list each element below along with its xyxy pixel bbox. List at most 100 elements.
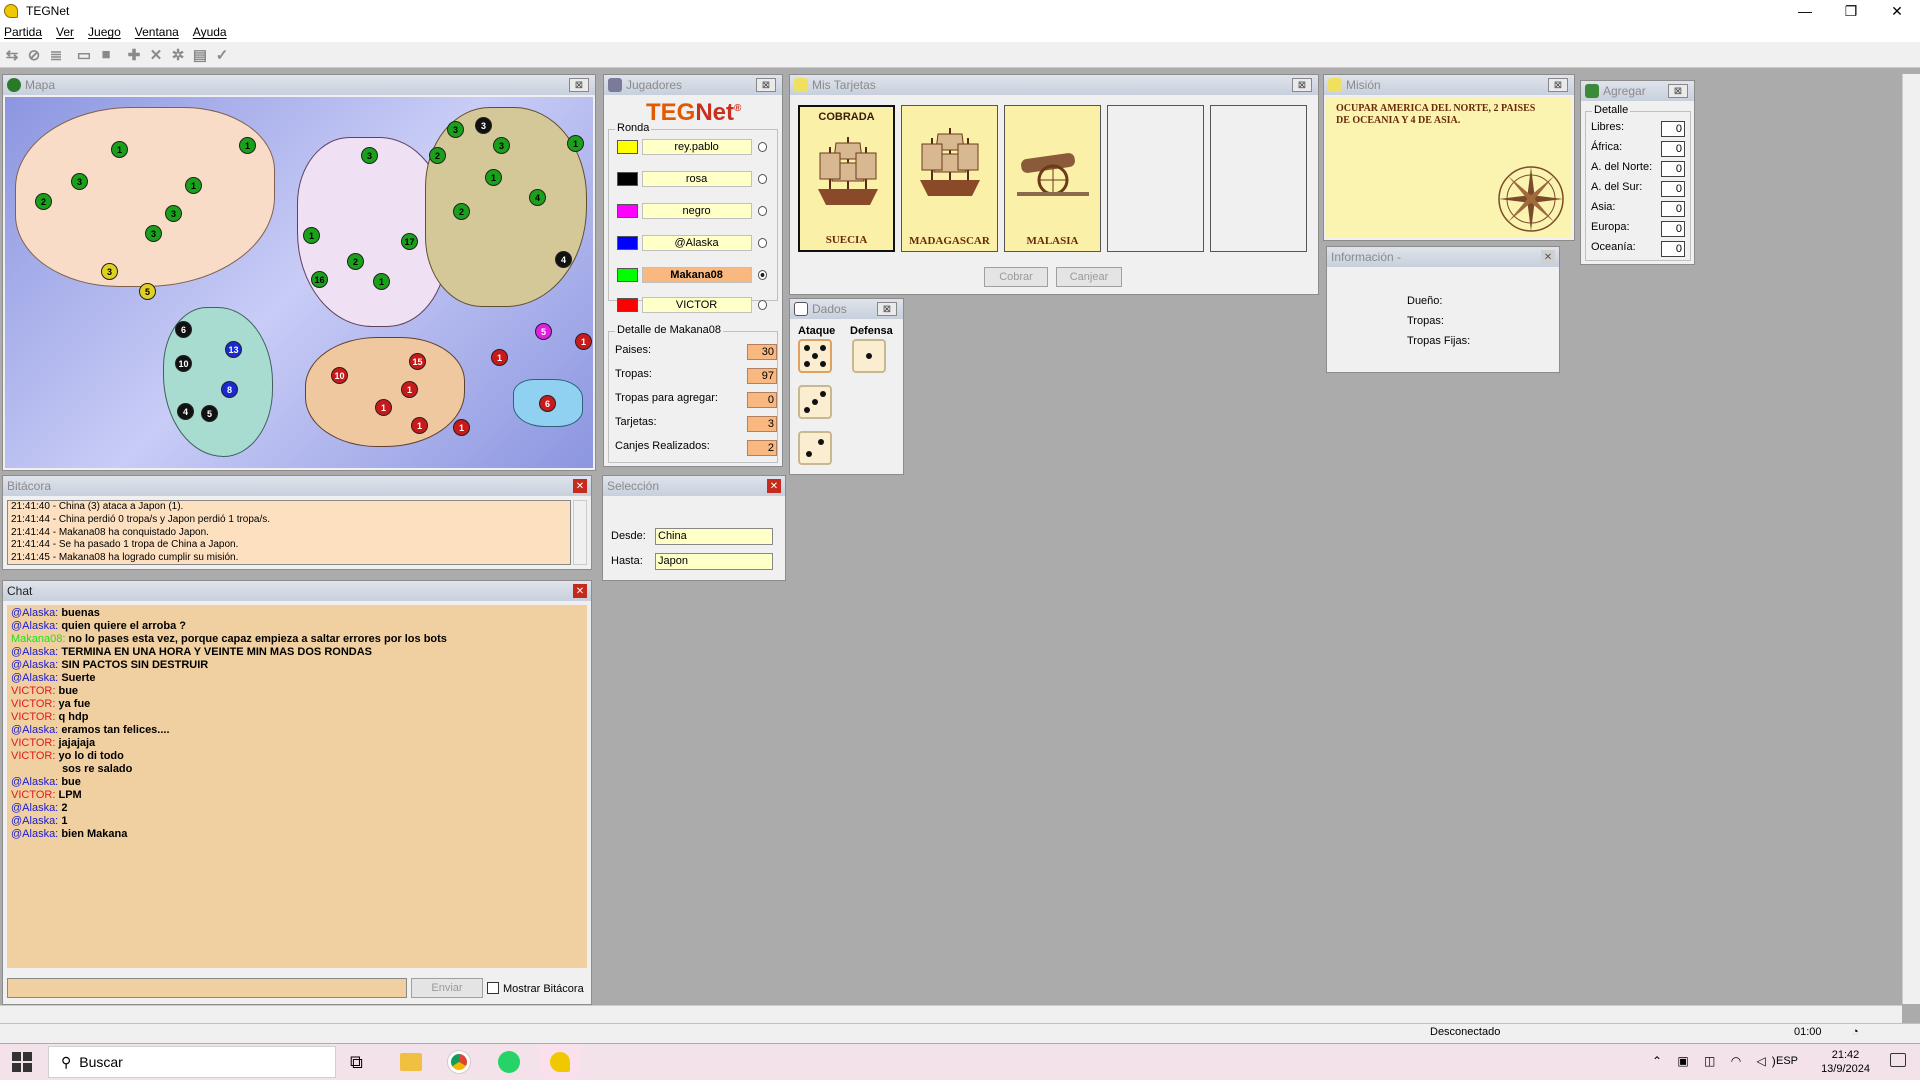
army-marker[interactable]: 4: [529, 189, 546, 206]
main-vertical-scrollbar[interactable]: [1902, 74, 1920, 1004]
army-marker[interactable]: 2: [453, 203, 470, 220]
army-marker[interactable]: 10: [175, 355, 192, 372]
army-marker[interactable]: 1: [401, 381, 418, 398]
from-field[interactable]: China: [655, 528, 773, 545]
army-marker[interactable]: 1: [453, 419, 470, 436]
mission-close-icon[interactable]: ⊠: [1548, 78, 1568, 92]
selection-close-icon[interactable]: ✕: [767, 479, 781, 493]
settings-icon[interactable]: ✲: [168, 45, 188, 65]
asia-territory[interactable]: [425, 107, 587, 307]
connect-icon[interactable]: ⇆: [2, 45, 22, 65]
army-marker[interactable]: 1: [373, 273, 390, 290]
show-log-checkbox[interactable]: [487, 982, 499, 994]
menu-ver[interactable]: Ver: [56, 25, 74, 39]
army-marker[interactable]: 2: [429, 147, 446, 164]
army-marker[interactable]: 1: [375, 399, 392, 416]
army-marker[interactable]: 5: [139, 283, 156, 300]
menu-juego[interactable]: Juego: [88, 25, 121, 39]
disconnect-icon[interactable]: ⊘: [24, 45, 44, 65]
army-marker[interactable]: 3: [165, 205, 182, 222]
army-marker[interactable]: 6: [175, 321, 192, 338]
army-marker[interactable]: 3: [493, 137, 510, 154]
army-marker[interactable]: 15: [409, 353, 426, 370]
collect-button[interactable]: Cobrar: [984, 267, 1048, 287]
army-marker[interactable]: 3: [447, 121, 464, 138]
menu-ventana[interactable]: Ventana: [135, 25, 179, 39]
army-marker[interactable]: 3: [475, 117, 492, 134]
army-marker[interactable]: 4: [177, 403, 194, 420]
add-close-icon[interactable]: ⊠: [1668, 84, 1688, 98]
player-radio[interactable]: [757, 238, 767, 248]
army-marker[interactable]: 1: [111, 141, 128, 158]
player-row[interactable]: VICTOR: [617, 296, 767, 314]
chat-input[interactable]: [7, 978, 407, 998]
stop-icon[interactable]: ■: [96, 45, 116, 65]
clock[interactable]: 21:42 13/9/2024: [1821, 1048, 1870, 1076]
windows-start-icon[interactable]: [12, 1052, 32, 1072]
army-marker[interactable]: 4: [555, 251, 572, 268]
army-marker[interactable]: 10: [331, 367, 348, 384]
army-marker[interactable]: 1: [239, 137, 256, 154]
cards-close-icon[interactable]: ⊠: [1292, 78, 1312, 92]
army-marker[interactable]: 1: [485, 169, 502, 186]
army-marker[interactable]: 5: [535, 323, 552, 340]
army-marker[interactable]: 1: [567, 135, 584, 152]
attack-icon[interactable]: ✕: [146, 45, 166, 65]
player-radio[interactable]: [757, 142, 767, 152]
end-turn-icon[interactable]: ✓: [212, 45, 232, 65]
file-explorer-icon[interactable]: [400, 1053, 422, 1071]
chat-close-icon[interactable]: ✕: [573, 584, 587, 598]
army-marker[interactable]: 16: [311, 271, 328, 288]
army-marker[interactable]: 1: [303, 227, 320, 244]
task-view-icon[interactable]: ⧉: [350, 1052, 363, 1073]
language-indicator[interactable]: ESP: [1776, 1055, 1798, 1067]
player-row[interactable]: rosa: [617, 170, 767, 188]
army-marker[interactable]: 3: [71, 173, 88, 190]
player-radio[interactable]: [757, 300, 767, 310]
players-close-icon[interactable]: ⊠: [756, 78, 776, 92]
maximize-button[interactable]: ❐: [1828, 0, 1874, 22]
cards-icon[interactable]: ▤: [190, 45, 210, 65]
chat-messages[interactable]: @Alaska: buenas @Alaska: quien quiere el …: [7, 605, 587, 968]
exchange-button[interactable]: Canjear: [1056, 267, 1122, 287]
info-close-icon[interactable]: ✕: [1541, 250, 1555, 264]
player-row[interactable]: @Alaska: [617, 234, 767, 252]
taskbar-search[interactable]: ⚲ Buscar: [48, 1046, 336, 1078]
army-marker[interactable]: 3: [361, 147, 378, 164]
army-marker[interactable]: 6: [539, 395, 556, 412]
whatsapp-icon[interactable]: [498, 1051, 520, 1073]
army-marker[interactable]: 3: [145, 225, 162, 242]
menu-ayuda[interactable]: Ayuda: [193, 25, 227, 39]
dice-close-icon[interactable]: ⊠: [877, 302, 897, 316]
country-card[interactable]: MALASIA: [1004, 105, 1101, 252]
player-radio[interactable]: [757, 174, 767, 184]
add-icon[interactable]: ✚: [124, 45, 144, 65]
player-radio[interactable]: [757, 206, 767, 216]
log-close-icon[interactable]: ✕: [573, 479, 587, 493]
notifications-icon[interactable]: [1890, 1053, 1906, 1067]
tray-icons[interactable]: ⌃ ▣ ◫ ◠ ◁): [1652, 1054, 1782, 1068]
army-marker[interactable]: 17: [401, 233, 418, 250]
to-field[interactable]: Japon: [655, 553, 773, 570]
country-card[interactable]: COBRADA SUECIA: [798, 105, 895, 252]
army-marker[interactable]: 1: [491, 349, 508, 366]
close-button[interactable]: ✕: [1874, 0, 1920, 22]
player-row[interactable]: Makana08: [617, 266, 767, 284]
tegnet-taskbar-icon[interactable]: [540, 1046, 580, 1078]
player-radio-selected[interactable]: [757, 270, 767, 280]
army-marker[interactable]: 5: [201, 405, 218, 422]
chrome-icon[interactable]: [448, 1051, 470, 1073]
list-icon[interactable]: ≣: [46, 45, 66, 65]
army-marker[interactable]: 8: [221, 381, 238, 398]
army-marker[interactable]: 1: [411, 417, 428, 434]
send-button[interactable]: Enviar: [411, 978, 483, 998]
africa-territory[interactable]: [305, 337, 465, 447]
world-map[interactable]: 1 3 2 1 3 3 3 5 1 6 10 13 8 4 5 3 3 3 2 …: [5, 97, 593, 468]
north-america-territory[interactable]: [15, 107, 275, 287]
minimize-button[interactable]: —: [1782, 0, 1828, 22]
start-icon[interactable]: ▭: [74, 45, 94, 65]
army-marker[interactable]: 3: [101, 263, 118, 280]
army-marker[interactable]: 1: [575, 333, 592, 350]
log-text-area[interactable]: 21:41:40 - China (3) ataca a Japon (1). …: [7, 500, 571, 565]
menu-partida[interactable]: Partida: [4, 25, 42, 39]
